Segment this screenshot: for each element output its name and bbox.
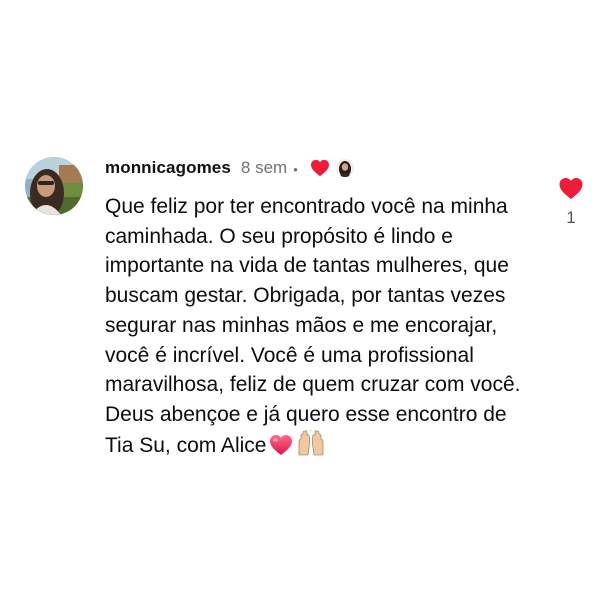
heart-emoji: [269, 434, 293, 465]
separator-dot: •: [293, 161, 298, 177]
like-count[interactable]: 1: [554, 208, 588, 228]
avatar[interactable]: [25, 157, 83, 215]
heart-icon[interactable]: [558, 177, 584, 200]
author-mini-avatar: [335, 159, 354, 177]
comment: monnicagomes 8 sem • Que feliz por ter e…: [0, 0, 600, 600]
comment-header: monnicagomes 8 sem •: [105, 155, 354, 181]
raising-hands-emoji: [296, 428, 326, 465]
timestamp[interactable]: 8 sem: [241, 158, 287, 178]
like-button[interactable]: 1: [554, 177, 588, 228]
username[interactable]: monnicagomes: [105, 158, 231, 178]
avatar-photo: [25, 157, 83, 215]
comment-body: Que feliz por ter encontrado você na min…: [105, 195, 521, 457]
comment-text: Que feliz por ter encontrado você na min…: [105, 192, 530, 464]
author-liked-heart-icon: [310, 159, 330, 177]
